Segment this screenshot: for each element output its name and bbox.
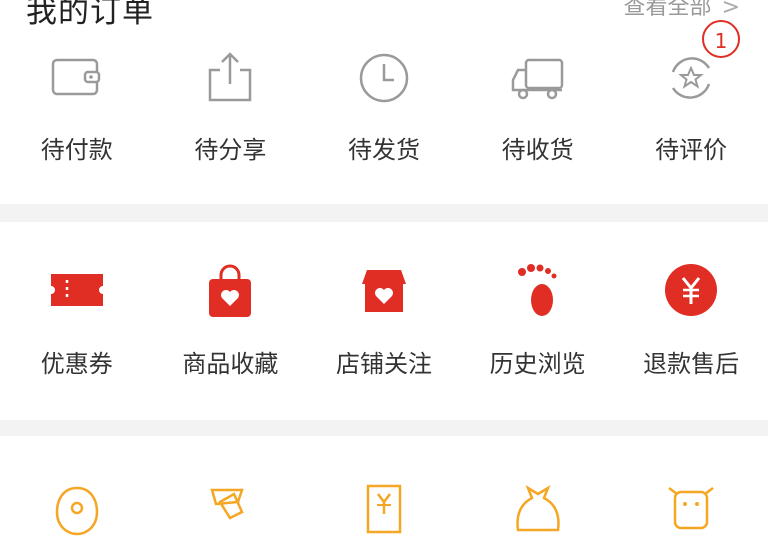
extra-item[interactable] [307,468,461,534]
order-status-label: 待分享 [194,136,267,164]
order-status-pending-review[interactable]: 待评价 [614,40,768,170]
order-status-pending-share[interactable]: 待分享 [154,40,308,170]
extra-item[interactable] [0,468,154,536]
share-icon [209,52,252,102]
order-status-pending-receipt[interactable]: 待收货 [461,40,615,170]
review-count-badge: 1 [702,20,740,58]
shop-follow-icon [361,270,406,312]
order-status-pending-payment[interactable]: 待付款 [0,40,154,170]
extra-item[interactable] [154,468,308,520]
review-star-icon [671,57,711,99]
extra-item[interactable] [614,468,768,530]
service-label: 商品收藏 [182,350,279,378]
receipt-yen-icon [366,484,402,534]
wallet-icon [51,58,101,96]
footprint-icon [517,264,557,316]
service-followed-shops[interactable]: 店铺关注 [307,238,461,388]
cow-icon [668,487,714,530]
service-label: 店铺关注 [335,350,432,378]
order-status-label: 待评价 [655,136,728,164]
service-label: 优惠券 [40,350,113,378]
service-coupons[interactable]: 优惠券 [0,238,154,388]
service-label: 退款售后 [643,350,740,378]
favorite-bag-icon [209,264,252,317]
refund-yen-icon [665,264,718,316]
clock-icon [359,53,409,103]
coupon-icon [50,274,103,306]
order-status-label: 待付款 [40,136,113,164]
order-status-label: 待发货 [347,136,420,164]
section-divider [0,420,768,436]
view-all-label: 查看全部 [623,0,712,20]
speaker-icon [210,488,245,520]
view-all-orders-link[interactable]: 查看全部 > [624,0,740,21]
orders-header: 我的订单 查看全部 > [0,0,768,30]
orders-title: 我的订单 [26,0,154,30]
services-row: 优惠券 商品收藏 店铺关注 历史浏览 退款售后 [0,238,768,388]
extras-row [0,468,768,536]
order-status-pending-shipment[interactable]: 待发货 [307,40,461,170]
service-favorites[interactable]: 商品收藏 [154,238,308,388]
chevron-right-icon: > [721,0,740,20]
truck-icon [511,58,563,100]
bag-icon [515,485,560,532]
order-status-row: 待付款 待分享 待发货 待收货 待评价 [0,40,768,170]
fruit-icon [55,486,99,536]
service-label: 历史浏览 [489,350,586,378]
service-refund-aftersales[interactable]: 退款售后 [614,238,768,388]
service-browse-history[interactable]: 历史浏览 [461,238,615,388]
extra-item[interactable] [461,468,615,532]
section-divider [0,204,768,222]
order-status-label: 待收货 [501,136,574,164]
